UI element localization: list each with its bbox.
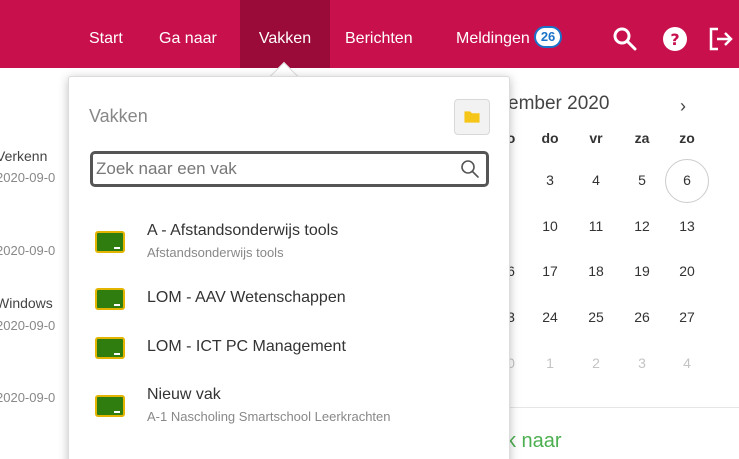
course-title: Nieuw vak — [147, 386, 221, 403]
chalkboard-icon — [95, 395, 125, 417]
calendar-day[interactable]: 11 — [581, 218, 611, 234]
course-item[interactable]: LOM - ICT PC Management — [89, 336, 489, 364]
course-item[interactable]: A - Afstandsonderwijs tools Afstandsonde… — [89, 222, 489, 268]
calendar-weekday: vr — [589, 130, 603, 146]
search-icon[interactable] — [460, 159, 480, 179]
calendar-month-title: ember 2020 — [508, 93, 610, 114]
calendar-day[interactable]: 13 — [672, 218, 702, 234]
course-item[interactable]: Nieuw vak A-1 Nascholing Smartschool Lee… — [89, 386, 489, 432]
course-item[interactable]: LOM - AAV Wetenschappen — [89, 287, 489, 315]
chalkboard-icon — [95, 288, 125, 310]
calendar-day[interactable]: 4 — [581, 172, 611, 188]
calendar-day[interactable]: 25 — [581, 309, 611, 325]
calendar-day[interactable]: 24 — [535, 309, 565, 325]
calendar-day[interactable]: 3 — [535, 172, 565, 188]
calendar-day[interactable]: 19 — [627, 263, 657, 279]
calendar-day-other-month[interactable]: 2 — [581, 355, 611, 371]
calendar-next-button[interactable]: › — [680, 96, 686, 117]
folder-icon — [464, 111, 480, 123]
svg-text:?: ? — [670, 30, 679, 49]
calendar-day[interactable]: 17 — [535, 263, 565, 279]
background-item-date: 2020-09-0 — [0, 243, 56, 258]
vakken-dropdown: Vakken A - Afstandsonderwijs tools Afsta… — [68, 76, 510, 459]
course-title: LOM - ICT PC Management — [147, 338, 346, 355]
calendar-day[interactable]: 5 — [627, 172, 657, 188]
nav-meldingen[interactable]: Meldingen 26 — [456, 0, 563, 68]
divider — [508, 407, 739, 408]
notification-badge: 26 — [533, 25, 563, 48]
calendar-day-other-month[interactable]: 4 — [672, 355, 702, 371]
chalkboard-icon — [95, 231, 125, 253]
course-title: A - Afstandsonderwijs tools — [147, 222, 339, 239]
calendar-weekday: zo — [679, 130, 695, 146]
folder-button[interactable] — [454, 99, 490, 135]
nav-meldingen-label: Meldingen — [456, 30, 530, 47]
calendar-day[interactable]: 20 — [672, 263, 702, 279]
calendar-day[interactable]: 27 — [672, 309, 702, 325]
background-item-title[interactable]: Windows — [0, 295, 53, 311]
help-icon[interactable]: ? — [662, 26, 688, 52]
course-title: LOM - AAV Wetenschappen — [147, 289, 346, 306]
search-box — [90, 151, 489, 187]
dropdown-title: Vakken — [89, 106, 148, 126]
background-link[interactable]: k naar — [506, 430, 562, 453]
calendar-weekday: za — [634, 130, 650, 146]
course-subtitle: A-1 Nascholing Smartschool Leerkrachten — [147, 409, 391, 424]
course-search-input[interactable] — [96, 156, 456, 182]
chalkboard-icon — [95, 337, 125, 359]
top-navigation-bar: Start Ga naar Vakken Berichten Meldingen… — [0, 0, 739, 68]
background-item-date: 2020-09-0 — [0, 170, 56, 185]
calendar-day[interactable]: 12 — [627, 218, 657, 234]
search-icon[interactable] — [612, 26, 638, 52]
calendar-day-other-month[interactable]: 1 — [535, 355, 565, 371]
nav-berichten[interactable]: Berichten — [345, 0, 413, 68]
calendar-weekday: do — [541, 130, 559, 146]
calendar-day[interactable]: 18 — [581, 263, 611, 279]
background-item-title[interactable]: Verkenn — [0, 148, 47, 164]
nav-vakken[interactable]: Vakken — [240, 0, 330, 68]
logout-icon[interactable] — [708, 26, 734, 52]
calendar-day[interactable]: 10 — [535, 218, 565, 234]
background-item-date: 2020-09-0 — [0, 318, 56, 333]
background-item-date: 2020-09-0 — [0, 390, 56, 405]
nav-start[interactable]: Start — [89, 0, 123, 68]
calendar-day-other-month[interactable]: 3 — [627, 355, 657, 371]
calendar-day[interactable]: 26 — [627, 309, 657, 325]
nav-ga-naar[interactable]: Ga naar — [159, 0, 217, 68]
course-subtitle: Afstandsonderwijs tools — [147, 245, 284, 260]
calendar-day-today[interactable]: 6 — [672, 172, 702, 188]
